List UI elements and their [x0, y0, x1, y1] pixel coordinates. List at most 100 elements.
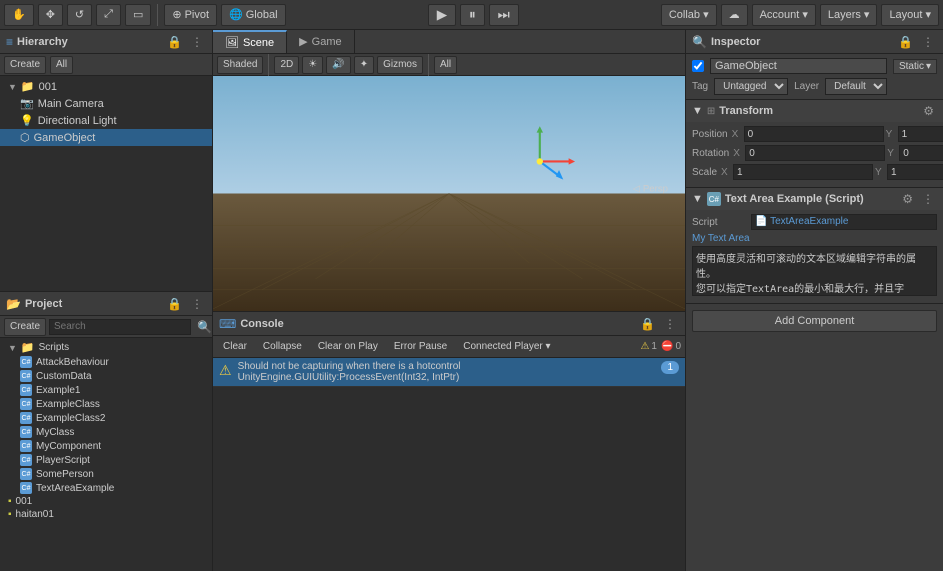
tag-layer-row: Tag Untagged Layer Default: [692, 78, 937, 95]
collapse-btn[interactable]: Collapse: [257, 338, 308, 356]
gameobject-active-toggle[interactable]: [692, 60, 704, 72]
playback-controls: ▶ ⏸ ⏭: [290, 4, 657, 26]
static-chevron-icon: ▾: [926, 61, 931, 72]
scale-tool-btn[interactable]: ⤢: [96, 4, 121, 26]
light-toggle-btn[interactable]: ☀: [302, 56, 323, 74]
console-menu-btn[interactable]: ⋮: [661, 316, 679, 332]
proj-item-playerscript[interactable]: C# PlayerScript: [0, 453, 212, 467]
scene-viewport[interactable]: ◁ Persp: [213, 76, 685, 311]
pause-btn[interactable]: ⏸: [460, 4, 485, 26]
script-component-title: Text Area Example (Script): [725, 193, 895, 205]
hierarchy-lock-btn[interactable]: 🔒: [164, 34, 185, 50]
proj-item-exampleclass[interactable]: C# ExampleClass: [0, 397, 212, 411]
gizmos-btn[interactable]: Gizmos: [377, 56, 423, 74]
layers-btn[interactable]: Layers ▾: [820, 4, 878, 26]
textarea-label: My Text Area: [692, 233, 937, 244]
proj-item-attackbehaviour[interactable]: C# AttackBehaviour: [0, 355, 212, 369]
project-search-icon[interactable]: 🔍: [194, 319, 215, 335]
hierarchy-all-btn[interactable]: All: [50, 56, 73, 74]
account-label: Account: [760, 9, 800, 21]
proj-item-example1[interactable]: C# Example1: [0, 383, 212, 397]
connected-player-btn[interactable]: Connected Player ▾: [457, 338, 556, 356]
project-icon: 📂: [6, 297, 21, 311]
tab-game[interactable]: ▶ Game: [287, 30, 354, 53]
scale-y-field: Y: [875, 164, 943, 180]
script-more-btn[interactable]: ⋮: [919, 191, 937, 207]
rotate-tool-btn[interactable]: ↺: [67, 4, 92, 26]
2d-btn[interactable]: 2D: [274, 56, 299, 74]
proj-item-myclass[interactable]: C# MyClass: [0, 425, 212, 439]
proj-item-mycomponent[interactable]: C# MyComponent: [0, 439, 212, 453]
scene-all-btn[interactable]: All: [434, 56, 457, 74]
hier-item-gameobject[interactable]: ⬡ GameObject: [0, 129, 212, 146]
global-btn[interactable]: 🌐 Global: [221, 4, 286, 26]
project-title: Project: [25, 298, 62, 310]
proj-script-icon: C#: [20, 398, 32, 410]
rot-x-input[interactable]: [745, 145, 885, 161]
project-search-input[interactable]: [49, 319, 191, 335]
inspector-top: Static ▾ Tag Untagged Layer Default: [686, 54, 943, 100]
scale-x-input[interactable]: [733, 164, 873, 180]
proj-item-someperson[interactable]: C# SomePerson: [0, 467, 212, 481]
clear-btn[interactable]: Clear: [217, 338, 253, 356]
static-badge: Static ▾: [893, 59, 937, 74]
proj-item-001-scene[interactable]: ▪ 001: [0, 495, 212, 508]
rect-tool-btn[interactable]: ▭: [125, 4, 151, 26]
hier-item-maincamera[interactable]: 📷 Main Camera: [0, 95, 212, 112]
add-component-btn[interactable]: Add Component: [692, 310, 937, 332]
transform-menu-btn[interactable]: ⚙: [920, 103, 937, 119]
warn-icon: ⚠: [640, 341, 649, 352]
sep3: [428, 54, 429, 76]
shaded-btn[interactable]: Shaded: [217, 56, 263, 74]
console-message-0[interactable]: ⚠ Should not be capturing when there is …: [213, 358, 685, 387]
tag-dropdown[interactable]: Untagged: [714, 78, 788, 95]
hier-item-directionallight[interactable]: 💡 Directional Light: [0, 112, 212, 129]
script-component-header[interactable]: ▼ C# Text Area Example (Script) ⚙ ⋮: [686, 188, 943, 210]
project-lock-btn[interactable]: 🔒: [164, 296, 185, 312]
proj-item-scripts[interactable]: ▼ 📁 Scripts: [0, 340, 212, 355]
rot-y-input[interactable]: [899, 145, 943, 161]
project-menu-btn[interactable]: ⋮: [188, 296, 206, 312]
rx-axis-label: X: [733, 148, 743, 159]
inspector-lock-btn[interactable]: 🔒: [895, 34, 916, 50]
account-btn[interactable]: Account ▾: [752, 4, 816, 26]
transform-title: Transform: [719, 105, 916, 117]
proj-item-textareaexample[interactable]: C# TextAreaExample: [0, 481, 212, 495]
tab-scene[interactable]: 🖼 Scene: [213, 30, 287, 53]
step-btn[interactable]: ⏭: [489, 4, 519, 26]
light-icon: 💡: [20, 114, 34, 127]
proj-item-exampleclass2[interactable]: C# ExampleClass2: [0, 411, 212, 425]
y-axis-label: Y: [886, 129, 896, 140]
hierarchy-menu-btn[interactable]: ⋮: [188, 34, 206, 50]
inspector-title: Inspector: [711, 36, 761, 48]
inspector-menu-btn[interactable]: ⋮: [919, 34, 937, 50]
collab-btn[interactable]: Collab ▾: [661, 4, 717, 26]
proj-item-haitan01[interactable]: ▪ haitan01: [0, 508, 212, 521]
error-pause-btn[interactable]: Error Pause: [388, 338, 453, 356]
pivot-btn[interactable]: ⊕ Pivot: [164, 4, 217, 26]
proj-script-icon: C#: [20, 370, 32, 382]
play-btn[interactable]: ▶: [428, 4, 456, 26]
audio-btn[interactable]: 🔊: [326, 56, 350, 74]
layout-btn[interactable]: Layout ▾: [881, 4, 939, 26]
console-lock-btn[interactable]: 🔒: [637, 316, 658, 332]
fx-btn[interactable]: ✦: [354, 56, 374, 74]
scale-y-input[interactable]: [887, 164, 943, 180]
move-tool-btn[interactable]: ✥: [38, 4, 63, 26]
clear-on-play-btn[interactable]: Clear on Play: [312, 338, 384, 356]
pos-y-input[interactable]: [898, 126, 943, 142]
my-text-area-input[interactable]: 使用高度灵活和可滚动的文本区域编辑字符串的属性。 您可以指定TextArea的最…: [692, 246, 937, 296]
transform-header[interactable]: ▼ ⊞ Transform ⚙: [686, 100, 943, 122]
hierarchy-create-btn[interactable]: Create: [4, 56, 46, 74]
rot-x-field: X: [733, 145, 885, 161]
hand-tool-btn[interactable]: ✋: [4, 4, 34, 26]
cloud-btn[interactable]: ☁: [721, 4, 748, 26]
proj-item-label: Scripts: [39, 342, 70, 353]
hier-item-001[interactable]: ▼ 📁 001: [0, 78, 212, 95]
layer-dropdown[interactable]: Default: [825, 78, 887, 95]
project-create-btn[interactable]: Create: [4, 318, 46, 336]
script-settings-btn[interactable]: ⚙: [899, 191, 916, 207]
gameobject-name-input[interactable]: [710, 58, 887, 74]
pos-x-input[interactable]: [744, 126, 884, 142]
proj-item-customdata[interactable]: C# CustomData: [0, 369, 212, 383]
